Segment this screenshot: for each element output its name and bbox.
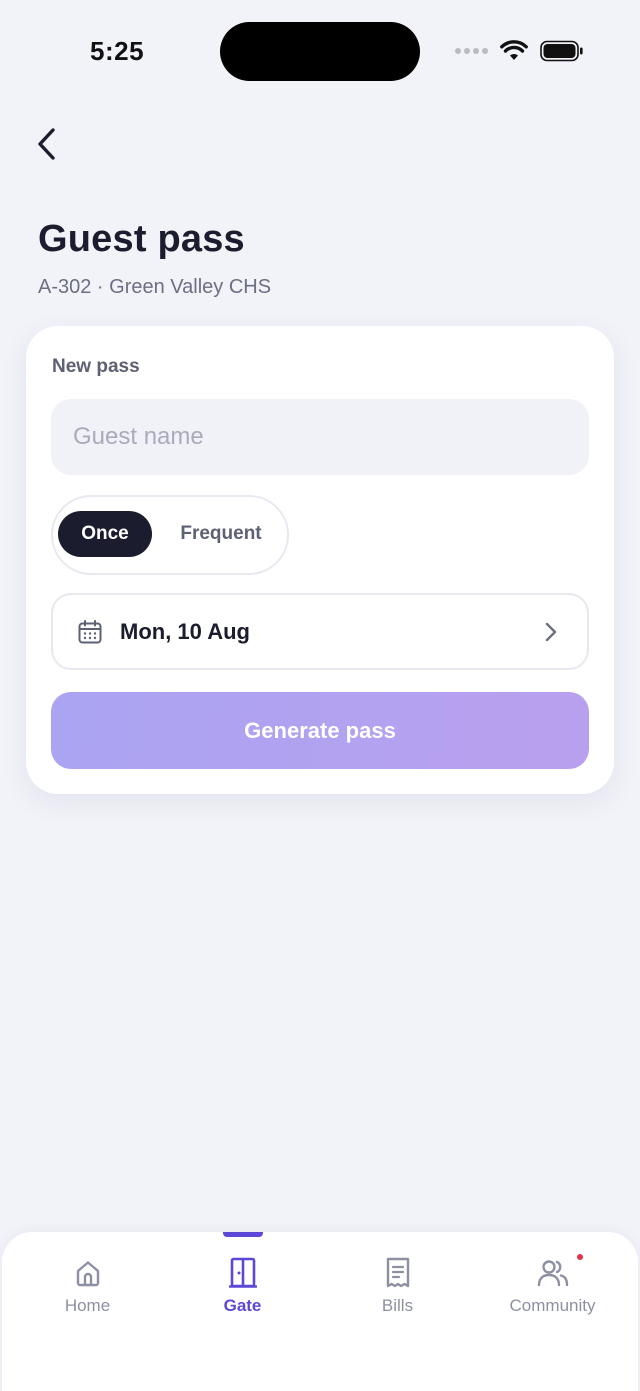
people-icon [537, 1260, 568, 1287]
frequency-toggle: Once Frequent [51, 495, 289, 575]
guest-pass-screen: 5:25 Guest pass A-302 · Green Valley CHS… [0, 0, 640, 1391]
page-subtitle: A-302 · Green Valley CHS [38, 276, 272, 298]
chevron-left-icon [38, 128, 55, 160]
status-time: 5:25 [90, 36, 145, 66]
tab-home[interactable]: Home [10, 1232, 165, 1342]
back-button[interactable] [26, 122, 66, 166]
toggle-option-once[interactable]: Once [58, 511, 152, 557]
toggle-option-frequent[interactable]: Frequent [159, 511, 283, 557]
guest-name-input[interactable] [51, 399, 589, 475]
battery-icon [540, 40, 583, 62]
date-picker-row[interactable]: Mon, 10 Aug [51, 593, 589, 670]
cellular-signal-icon [455, 48, 488, 54]
tab-label-gate: Gate [223, 1296, 262, 1315]
notification-dot [577, 1254, 583, 1260]
bottom-tab-bar: Home Gate Bills Community [2, 1232, 638, 1391]
tab-label-community: Community [509, 1296, 596, 1315]
home-icon [76, 1261, 99, 1287]
tab-community[interactable]: Community [475, 1232, 630, 1342]
dynamic-island [220, 22, 420, 81]
generate-pass-button[interactable]: Generate pass [51, 692, 589, 769]
door-icon [228, 1257, 257, 1288]
tab-label-bills: Bills [381, 1296, 414, 1315]
new-pass-card: New pass Once Frequent Mon, 10 Aug [26, 326, 614, 794]
tab-gate[interactable]: Gate [165, 1232, 320, 1342]
selected-date: Mon, 10 Aug [120, 619, 250, 644]
card-label: New pass [52, 356, 140, 377]
tab-label-home: Home [64, 1296, 111, 1315]
status-icons [455, 40, 584, 62]
calendar-icon [78, 620, 102, 644]
wifi-icon [500, 40, 528, 60]
chevron-right-icon [545, 622, 557, 642]
tab-bills[interactable]: Bills [320, 1232, 475, 1342]
page-title: Guest pass [38, 218, 245, 260]
receipt-icon [386, 1257, 409, 1288]
